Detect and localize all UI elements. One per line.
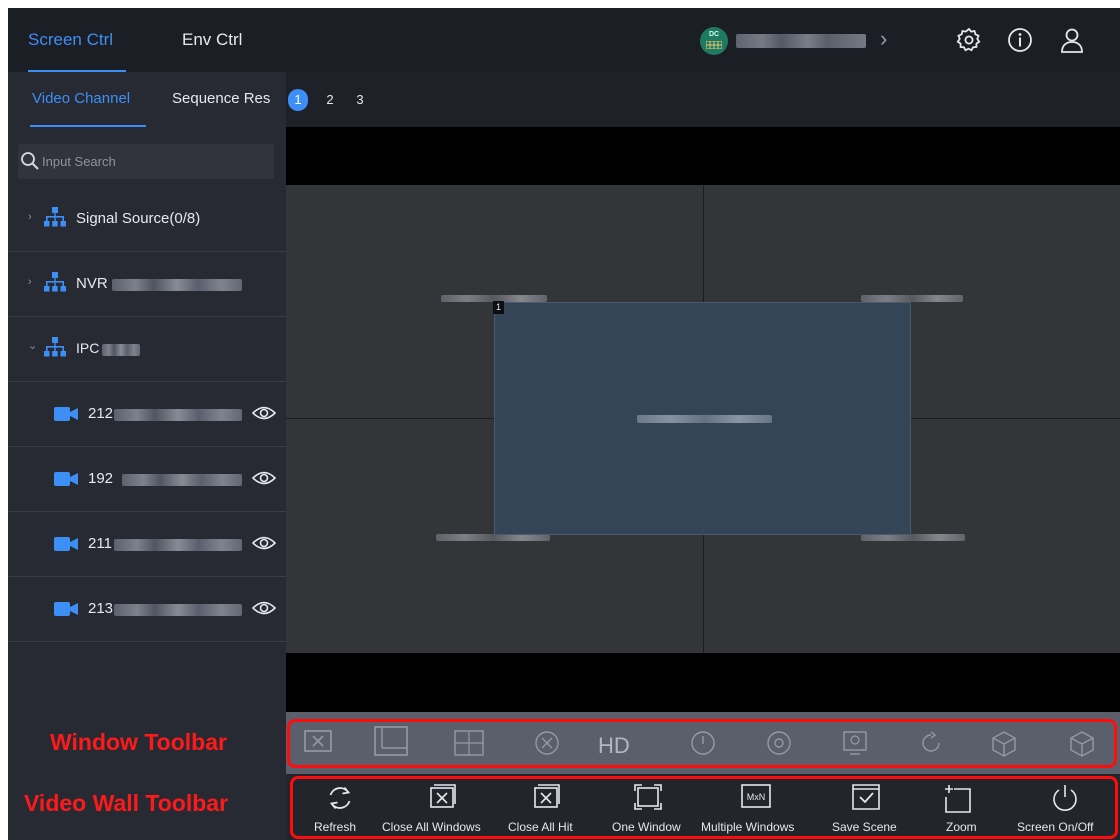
hierarchy-icon [44, 337, 66, 357]
info-icon[interactable] [1006, 26, 1034, 54]
tab-env-ctrl[interactable]: Env Ctrl [182, 28, 242, 52]
tree-item-ipc[interactable]: ⌄ IPC [8, 317, 286, 382]
annotation-box-video-wall-toolbar [290, 776, 1118, 839]
camera-icon [54, 472, 78, 486]
tree-label: NVR [76, 275, 108, 292]
tree-label: IPC [76, 340, 100, 356]
camera-label: 212 [88, 405, 114, 422]
app-window: Screen Ctrl Env Ctrl DC › Video Channel … [8, 8, 1120, 840]
chevron-right-icon[interactable]: › [28, 211, 32, 223]
video-wall[interactable]: 1 [286, 185, 1120, 653]
search-input[interactable] [42, 148, 262, 175]
top-nav-bar: Screen Ctrl Env Ctrl DC › [8, 8, 1120, 72]
redacted-text [114, 409, 242, 421]
camera-label: 213 [88, 600, 114, 617]
eye-icon[interactable] [252, 599, 276, 617]
screen-pager: 1 2 3 [286, 72, 1120, 127]
page-2[interactable]: 2 [320, 89, 340, 111]
chevron-right-icon[interactable]: › [28, 276, 32, 288]
tab-screen-ctrl[interactable]: Screen Ctrl [28, 28, 113, 52]
page-1[interactable]: 1 [288, 89, 308, 111]
screen-label-redacted [436, 534, 550, 541]
camera-label: 192 [88, 470, 114, 487]
chevron-down-icon[interactable]: ⌄ [28, 339, 37, 352]
annotation-window-toolbar: Window Toolbar [50, 729, 227, 755]
tree-label: Signal Source(0/8) [76, 210, 201, 227]
camera-item[interactable]: 192 [8, 447, 286, 512]
redacted-text [114, 539, 242, 551]
window-label-redacted [637, 415, 772, 423]
device-name-redacted[interactable] [736, 34, 866, 48]
device-logo[interactable]: DC [700, 27, 728, 55]
window-number: 1 [493, 301, 504, 314]
eye-icon[interactable] [252, 534, 276, 552]
wall-margin-top [286, 127, 1120, 185]
device-grid-icon [706, 41, 722, 49]
search-box[interactable] [18, 144, 274, 179]
redacted-text [114, 604, 242, 616]
camera-label: 211 [88, 535, 112, 552]
subtab-video-channel[interactable]: Video Channel [32, 90, 130, 107]
annotation-box-window-toolbar [287, 719, 1117, 768]
eye-icon[interactable] [252, 469, 276, 487]
wall-margin-bottom [286, 653, 1120, 712]
camera-icon [54, 602, 78, 616]
left-panel: Video Channel Sequence Res › Signal Sour… [8, 72, 286, 840]
camera-item[interactable]: 212 [8, 382, 286, 447]
annotation-video-wall-toolbar: Video Wall Toolbar [24, 790, 229, 816]
screen-label-redacted [861, 295, 963, 302]
camera-item[interactable]: 213 [8, 577, 286, 642]
tree-item-nvr[interactable]: › NVR [8, 252, 286, 317]
hierarchy-icon [44, 272, 66, 292]
settings-gear-icon[interactable] [955, 26, 983, 54]
device-logo-text: DC [709, 31, 720, 38]
active-subtab-indicator [30, 125, 146, 127]
subtab-sequence-res[interactable]: Sequence Res [172, 90, 270, 107]
hierarchy-icon [44, 207, 66, 227]
camera-icon [54, 407, 78, 421]
search-icon [21, 152, 39, 170]
user-icon[interactable] [1058, 26, 1086, 54]
screen-label-redacted [861, 534, 965, 541]
camera-icon [54, 537, 78, 551]
chevron-right-icon[interactable]: › [880, 26, 887, 52]
page-3[interactable]: 3 [350, 89, 370, 111]
video-window[interactable]: 1 [493, 301, 911, 535]
camera-item[interactable]: 211 [8, 512, 286, 577]
redacted-text [102, 344, 140, 356]
tree-item-signal-source[interactable]: › Signal Source(0/8) [8, 187, 286, 252]
eye-icon[interactable] [252, 404, 276, 422]
redacted-text [122, 474, 242, 486]
redacted-text [112, 279, 242, 291]
